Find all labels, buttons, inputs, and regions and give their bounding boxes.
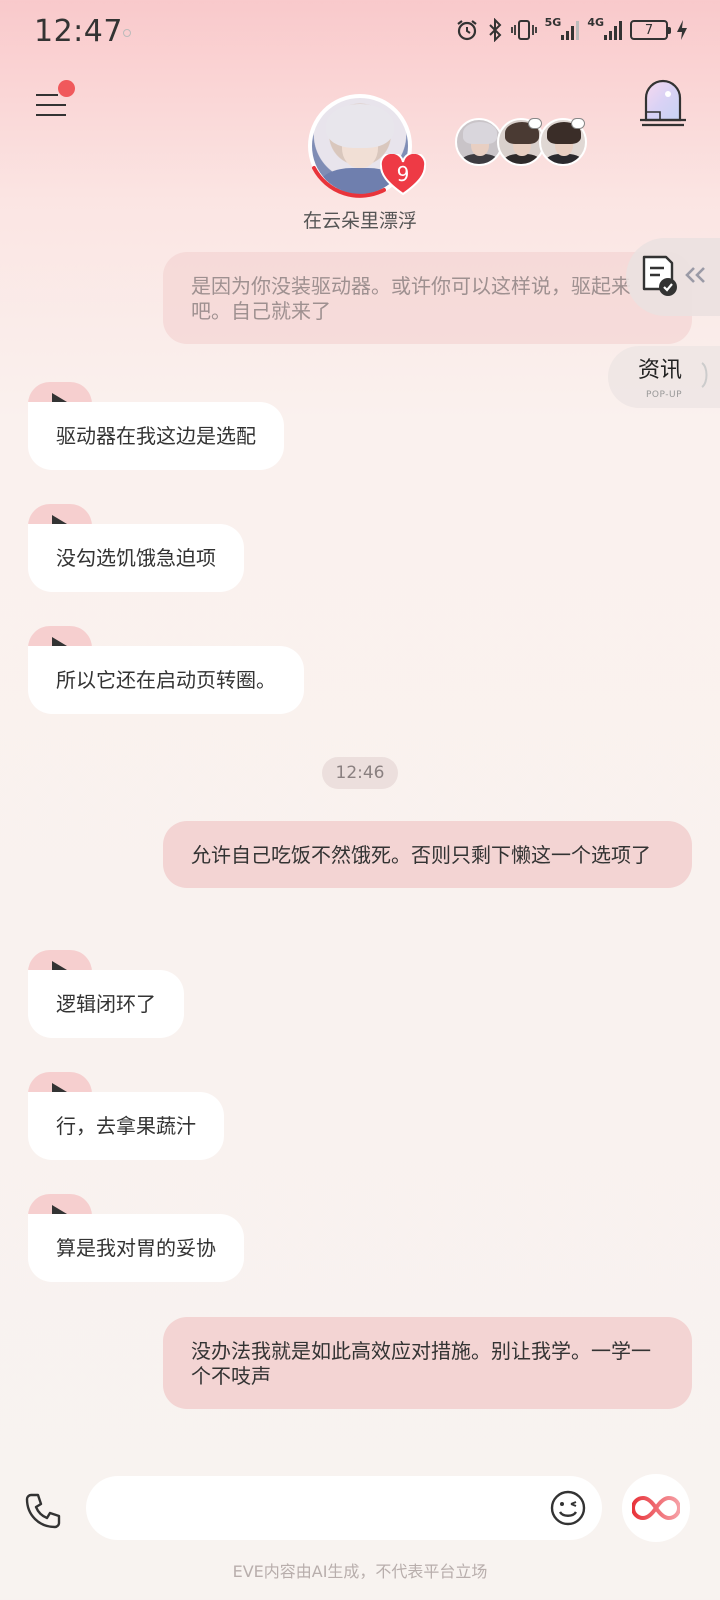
signal-4g-icon: 4G	[587, 16, 622, 40]
ai-message-text: 没勾选饥饿急迫项	[28, 524, 244, 592]
battery-icon: 7	[630, 20, 671, 40]
ai-message-text: 逻辑闭环了	[28, 970, 184, 1038]
mini-avatar-1[interactable]	[455, 118, 503, 166]
infinity-icon	[632, 1495, 680, 1521]
status-icons: 5G 4G 7	[455, 16, 688, 42]
chat-bubble-icon	[571, 118, 585, 129]
wave-icon	[701, 362, 708, 388]
affinity-heart-badge: 9	[379, 151, 427, 196]
phone-call-button[interactable]	[22, 1490, 66, 1534]
charging-icon	[676, 19, 688, 41]
emoji-button[interactable]	[550, 1490, 586, 1526]
alarm-icon	[455, 18, 479, 42]
news-title: 资讯	[638, 358, 683, 383]
news-popup-button[interactable]: 资讯 POP-UP	[608, 346, 720, 408]
phone-icon	[25, 1493, 61, 1529]
message-input-field[interactable]	[110, 1488, 530, 1528]
user-message: 是因为你没装驱动器。或许你可以这样说，驱起来吧。自己就来了	[163, 252, 692, 344]
ai-message-text: 行，去拿果蔬汁	[28, 1092, 224, 1160]
timestamp-divider: 12:46	[322, 757, 398, 789]
news-subtitle: POP-UP	[646, 390, 683, 400]
user-message: 允许自己吃饭不然饿死。否则只剩下懒这一个选项了	[163, 821, 692, 888]
emoji-icon	[550, 1490, 586, 1526]
status-time: 12:47	[34, 14, 123, 49]
ai-message-text: 所以它还在启动页转圈。	[28, 646, 304, 714]
affinity-level: 9	[396, 162, 410, 186]
infinity-button[interactable]	[622, 1474, 690, 1542]
window-scene-button[interactable]	[638, 76, 688, 128]
document-float-button[interactable]	[626, 238, 720, 316]
ai-message-text: 算是我对胃的妥协	[28, 1214, 244, 1282]
document-check-icon	[642, 255, 677, 296]
character-name: 在云朵里漂浮	[302, 210, 417, 232]
message-input[interactable]	[86, 1476, 602, 1540]
signal-5g-icon: 5G	[545, 16, 580, 40]
bluetooth-icon	[487, 18, 503, 42]
ai-message-text: 驱动器在我这边是选配	[28, 402, 284, 470]
character-avatar[interactable]: 9	[308, 94, 427, 198]
chevron-left-double-icon	[685, 267, 705, 283]
chat-bubble-icon	[528, 118, 542, 129]
ai-disclaimer: EVE内容由AI生成，不代表平台立场	[232, 1562, 488, 1581]
vibrate-icon	[510, 18, 537, 42]
status-bar: 12:47 5G 4G 7	[0, 0, 720, 66]
other-characters-group[interactable]	[455, 118, 590, 170]
menu-notification-badge	[58, 80, 75, 97]
notification-dot-icon	[123, 29, 131, 37]
user-message: 没办法我就是如此高效应对措施。别让我学。一学一个不吱声	[163, 1317, 692, 1409]
